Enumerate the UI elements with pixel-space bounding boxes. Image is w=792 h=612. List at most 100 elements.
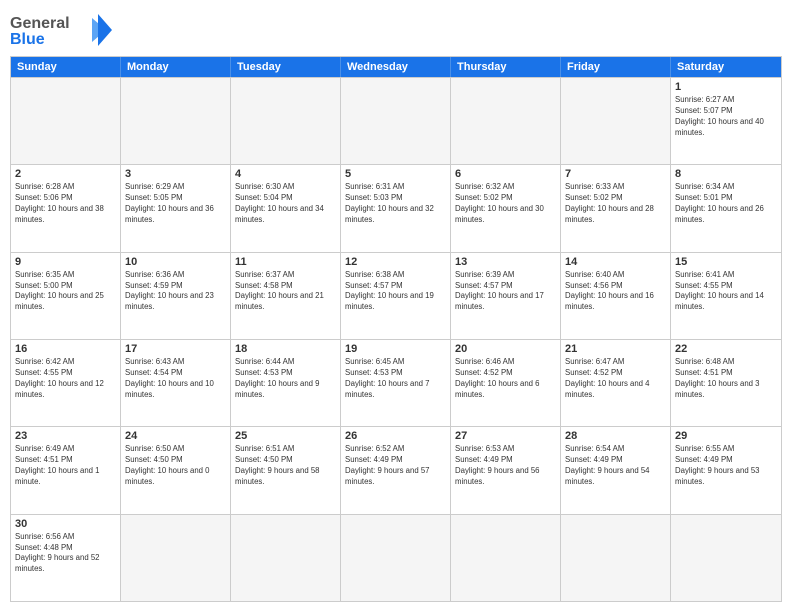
calendar-cell: [231, 515, 341, 601]
calendar-cell: [451, 515, 561, 601]
day-number: 6: [455, 168, 556, 180]
day-number: 18: [235, 343, 336, 355]
day-number: 17: [125, 343, 226, 355]
calendar-cell: 28 Sunrise: 6:54 AMSunset: 4:49 PMDayligh…: [561, 427, 671, 513]
day-number: 22: [675, 343, 777, 355]
calendar-cell: [11, 78, 121, 164]
day-number: 15: [675, 256, 777, 268]
weekday-header: Thursday: [451, 57, 561, 77]
day-sun-info: Sunrise: 6:44 AMSunset: 4:53 PMDaylight:…: [235, 357, 336, 401]
calendar-cell: [341, 515, 451, 601]
day-sun-info: Sunrise: 6:49 AMSunset: 4:51 PMDaylight:…: [15, 444, 116, 488]
calendar-cell: [121, 78, 231, 164]
day-number: 30: [15, 518, 116, 530]
calendar-cell: 4Sunrise: 6:30 AMSunset: 5:04 PMDaylight…: [231, 165, 341, 251]
day-sun-info: Sunrise: 6:55 AMSunset: 4:49 PMDaylight:…: [675, 444, 777, 488]
day-sun-info: Sunrise: 6:28 AMSunset: 5:06 PMDaylight:…: [15, 182, 116, 226]
day-number: 5: [345, 168, 446, 180]
calendar-cell: [561, 515, 671, 601]
calendar-cell: 25 Sunrise: 6:51 AMSunset: 4:50 PMDayligh…: [231, 427, 341, 513]
day-number: 29: [675, 430, 777, 442]
day-number: 23: [15, 430, 116, 442]
day-sun-info: Sunrise: 6:32 AMSunset: 5:02 PMDaylight:…: [455, 182, 556, 226]
day-sun-info: Sunrise: 6:31 AMSunset: 5:03 PMDaylight:…: [345, 182, 446, 226]
day-sun-info: Sunrise: 6:54 AMSunset: 4:49 PMDaylight:…: [565, 444, 666, 488]
calendar-cell: 9Sunrise: 6:35 AMSunset: 5:00 PMDaylight…: [11, 253, 121, 339]
calendar-cell: [561, 78, 671, 164]
day-number: 4: [235, 168, 336, 180]
day-number: 24: [125, 430, 226, 442]
svg-text:Blue: Blue: [10, 31, 45, 48]
day-sun-info: Sunrise: 6:43 AMSunset: 4:54 PMDaylight:…: [125, 357, 226, 401]
calendar-cell: 20 Sunrise: 6:46 AMSunset: 4:52 PMDayligh…: [451, 340, 561, 426]
weekday-header: Sunday: [11, 57, 121, 77]
calendar-cell: 18 Sunrise: 6:44 AMSunset: 4:53 PMDayligh…: [231, 340, 341, 426]
day-number: 27: [455, 430, 556, 442]
day-sun-info: Sunrise: 6:36 AMSunset: 4:59 PMDaylight:…: [125, 270, 226, 314]
day-sun-info: Sunrise: 6:51 AMSunset: 4:50 PMDaylight:…: [235, 444, 336, 488]
day-number: 19: [345, 343, 446, 355]
day-number: 25: [235, 430, 336, 442]
day-sun-info: Sunrise: 6:46 AMSunset: 4:52 PMDaylight:…: [455, 357, 556, 401]
day-number: 13: [455, 256, 556, 268]
day-sun-info: Sunrise: 6:53 AMSunset: 4:49 PMDaylight:…: [455, 444, 556, 488]
day-number: 8: [675, 168, 777, 180]
logo: GeneralBlue: [10, 10, 120, 50]
day-sun-info: Sunrise: 6:48 AMSunset: 4:51 PMDaylight:…: [675, 357, 777, 401]
day-number: 21: [565, 343, 666, 355]
calendar-row: 30 Sunrise: 6:56 AMSunset: 4:48 PMDayligh…: [11, 514, 781, 601]
weekday-header: Friday: [561, 57, 671, 77]
day-sun-info: Sunrise: 6:27 AMSunset: 5:07 PMDaylight:…: [675, 95, 777, 139]
calendar: SundayMondayTuesdayWednesdayThursdayFrid…: [10, 56, 782, 602]
calendar-cell: 19Sunrise: 6:45 AMSunset: 4:53 PMDayligh…: [341, 340, 451, 426]
day-sun-info: Sunrise: 6:42 AMSunset: 4:55 PMDaylight:…: [15, 357, 116, 401]
day-sun-info: Sunrise: 6:35 AMSunset: 5:00 PMDaylight:…: [15, 270, 116, 314]
calendar-cell: 11Sunrise: 6:37 AMSunset: 4:58 PMDayligh…: [231, 253, 341, 339]
calendar-cell: 27 Sunrise: 6:53 AMSunset: 4:49 PMDayligh…: [451, 427, 561, 513]
calendar-cell: 15 Sunrise: 6:41 AMSunset: 4:55 PMDayligh…: [671, 253, 781, 339]
day-number: 16: [15, 343, 116, 355]
day-sun-info: Sunrise: 6:34 AMSunset: 5:01 PMDaylight:…: [675, 182, 777, 226]
calendar-cell: 17 Sunrise: 6:43 AMSunset: 4:54 PMDayligh…: [121, 340, 231, 426]
calendar-cell: [341, 78, 451, 164]
calendar-cell: 13 Sunrise: 6:39 AMSunset: 4:57 PMDayligh…: [451, 253, 561, 339]
calendar-cell: 3Sunrise: 6:29 AMSunset: 5:05 PMDaylight…: [121, 165, 231, 251]
day-number: 14: [565, 256, 666, 268]
calendar-row: 9Sunrise: 6:35 AMSunset: 5:00 PMDaylight…: [11, 252, 781, 339]
calendar-body: 1Sunrise: 6:27 AMSunset: 5:07 PMDaylight…: [11, 77, 781, 601]
calendar-cell: 30 Sunrise: 6:56 AMSunset: 4:48 PMDayligh…: [11, 515, 121, 601]
calendar-row: 23 Sunrise: 6:49 AMSunset: 4:51 PMDayligh…: [11, 426, 781, 513]
calendar-cell: 21 Sunrise: 6:47 AMSunset: 4:52 PMDayligh…: [561, 340, 671, 426]
calendar-cell: 14Sunrise: 6:40 AMSunset: 4:56 PMDayligh…: [561, 253, 671, 339]
calendar-cell: 5 Sunrise: 6:31 AMSunset: 5:03 PMDaylight…: [341, 165, 451, 251]
day-number: 10: [125, 256, 226, 268]
calendar-cell: 23 Sunrise: 6:49 AMSunset: 4:51 PMDayligh…: [11, 427, 121, 513]
calendar-cell: 16 Sunrise: 6:42 AMSunset: 4:55 PMDayligh…: [11, 340, 121, 426]
calendar-cell: [121, 515, 231, 601]
day-number: 28: [565, 430, 666, 442]
calendar-cell: 26Sunrise: 6:52 AMSunset: 4:49 PMDayligh…: [341, 427, 451, 513]
logo-svg: GeneralBlue: [10, 10, 120, 50]
day-number: 11: [235, 256, 336, 268]
day-sun-info: Sunrise: 6:39 AMSunset: 4:57 PMDaylight:…: [455, 270, 556, 314]
weekday-header: Wednesday: [341, 57, 451, 77]
day-sun-info: Sunrise: 6:47 AMSunset: 4:52 PMDaylight:…: [565, 357, 666, 401]
day-sun-info: Sunrise: 6:52 AMSunset: 4:49 PMDaylight:…: [345, 444, 446, 488]
calendar-cell: 29 Sunrise: 6:55 AMSunset: 4:49 PMDayligh…: [671, 427, 781, 513]
calendar-row: 1Sunrise: 6:27 AMSunset: 5:07 PMDaylight…: [11, 77, 781, 164]
day-sun-info: Sunrise: 6:56 AMSunset: 4:48 PMDaylight:…: [15, 532, 116, 576]
calendar-cell: [671, 515, 781, 601]
weekday-header: Tuesday: [231, 57, 341, 77]
calendar-cell: 12Sunrise: 6:38 AMSunset: 4:57 PMDayligh…: [341, 253, 451, 339]
calendar-cell: 6 Sunrise: 6:32 AMSunset: 5:02 PMDaylight…: [451, 165, 561, 251]
day-sun-info: Sunrise: 6:41 AMSunset: 4:55 PMDaylight:…: [675, 270, 777, 314]
page-header: GeneralBlue: [10, 10, 782, 50]
calendar-cell: 2Sunrise: 6:28 AMSunset: 5:06 PMDaylight…: [11, 165, 121, 251]
calendar-cell: 7 Sunrise: 6:33 AMSunset: 5:02 PMDaylight…: [561, 165, 671, 251]
day-number: 7: [565, 168, 666, 180]
day-sun-info: Sunrise: 6:33 AMSunset: 5:02 PMDaylight:…: [565, 182, 666, 226]
day-number: 20: [455, 343, 556, 355]
weekday-header: Saturday: [671, 57, 781, 77]
calendar-cell: [451, 78, 561, 164]
day-sun-info: Sunrise: 6:29 AMSunset: 5:05 PMDaylight:…: [125, 182, 226, 226]
